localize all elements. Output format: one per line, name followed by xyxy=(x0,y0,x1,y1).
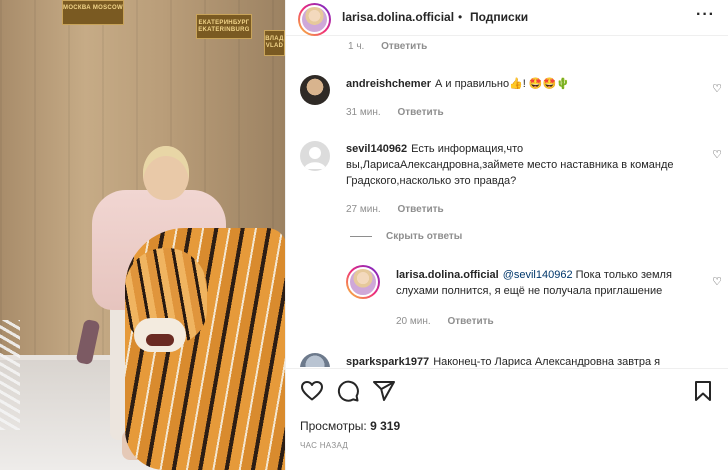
list-item: larisa.dolina.official @sevil140962 Пока … xyxy=(396,267,702,299)
reply-button[interactable]: Ответить xyxy=(397,204,443,215)
separator-dot: • xyxy=(458,10,463,24)
tiger-mouth xyxy=(146,334,174,346)
comment-icon[interactable] xyxy=(336,379,360,403)
list-item: andreishchemer А и правильно👍! 🤩🤩🌵 xyxy=(346,76,686,92)
views-count: 9 319 xyxy=(370,419,401,433)
reply-button[interactable]: Ответить xyxy=(447,316,493,327)
comment-time: 1 ч. xyxy=(348,41,365,52)
avatar[interactable] xyxy=(300,353,330,367)
person-head xyxy=(143,146,189,200)
comment-text: А и правильно👍! 🤩🤩🌵 xyxy=(434,78,570,90)
city-sign-vladivostok: ВЛАД VLAD xyxy=(264,30,285,56)
default-avatar-icon xyxy=(304,147,326,169)
hide-replies-button[interactable]: Скрыть ответы xyxy=(350,231,462,242)
more-horizontal-icon[interactable]: ··· xyxy=(696,6,715,24)
comment-username[interactable]: sparkspark1977 xyxy=(346,356,429,367)
comment-text: Наконец-то Лариса Александровна завтра я xyxy=(433,356,661,367)
post-time[interactable]: ЧАС НАЗАД xyxy=(300,441,348,450)
comment-meta: 1 ч. Ответить xyxy=(348,41,441,52)
bookmark-icon[interactable] xyxy=(691,379,715,403)
share-icon[interactable] xyxy=(372,379,396,403)
comment-meta: 27 мин. Ответить xyxy=(346,204,458,215)
list-item: sevil140962 Есть информация,что вы,Лариса… xyxy=(346,141,686,189)
post-header: larisa.dolina.official • Подписки ··· xyxy=(286,0,728,36)
following-button[interactable]: Подписки xyxy=(470,10,528,24)
decorative-plant xyxy=(0,320,20,430)
reply-button[interactable]: Ответить xyxy=(397,107,443,118)
post-photo[interactable]: МОСКВА MOSCOW ЕКАТЕРИНБУРГ EKATERINBURG … xyxy=(0,0,285,470)
like-heart-icon[interactable]: ♡ xyxy=(711,276,723,288)
author-username[interactable]: larisa.dolina.official xyxy=(342,10,454,24)
city-sign-moscow: МОСКВА MOSCOW xyxy=(62,0,124,25)
comment-username[interactable]: sevil140962 xyxy=(346,143,407,155)
comments-list[interactable]: 1 ч. Ответить andreishchemer А и правильн… xyxy=(286,37,728,367)
list-item: sparkspark1977 Наконец-то Лариса Александ… xyxy=(346,354,726,367)
avatar[interactable] xyxy=(300,141,330,171)
like-heart-icon[interactable]: ♡ xyxy=(711,83,723,95)
divider-line xyxy=(350,236,372,237)
views-counter[interactable]: Просмотры: 9 319 xyxy=(300,419,400,433)
comment-username[interactable]: andreishchemer xyxy=(346,78,431,90)
comment-username[interactable]: larisa.dolina.official xyxy=(396,269,499,281)
like-heart-icon[interactable]: ♡ xyxy=(711,149,723,161)
city-sign-ekaterinburg: ЕКАТЕРИНБУРГ EKATERINBURG xyxy=(196,14,252,39)
hide-replies-label: Скрыть ответы xyxy=(386,231,463,242)
views-label: Просмотры: xyxy=(300,419,367,433)
comment-time: 20 мин. xyxy=(396,316,431,327)
comment-time: 27 мин. xyxy=(346,204,381,215)
comment-meta: 31 мин. Ответить xyxy=(346,107,458,118)
reply-button[interactable]: Ответить xyxy=(381,41,427,52)
heart-icon[interactable] xyxy=(300,379,324,403)
comment-time: 31 мин. xyxy=(346,107,381,118)
action-bar: Просмотры: 9 319 ЧАС НАЗАД xyxy=(286,368,728,470)
comment-meta: 20 мин. Ответить xyxy=(396,316,508,327)
reply-avatar[interactable] xyxy=(346,265,380,299)
author-avatar[interactable] xyxy=(298,3,331,36)
mention-link[interactable]: @sevil140962 xyxy=(503,269,573,281)
avatar[interactable] xyxy=(300,75,330,105)
post-sidebar: larisa.dolina.official • Подписки ··· 1 … xyxy=(285,0,728,470)
